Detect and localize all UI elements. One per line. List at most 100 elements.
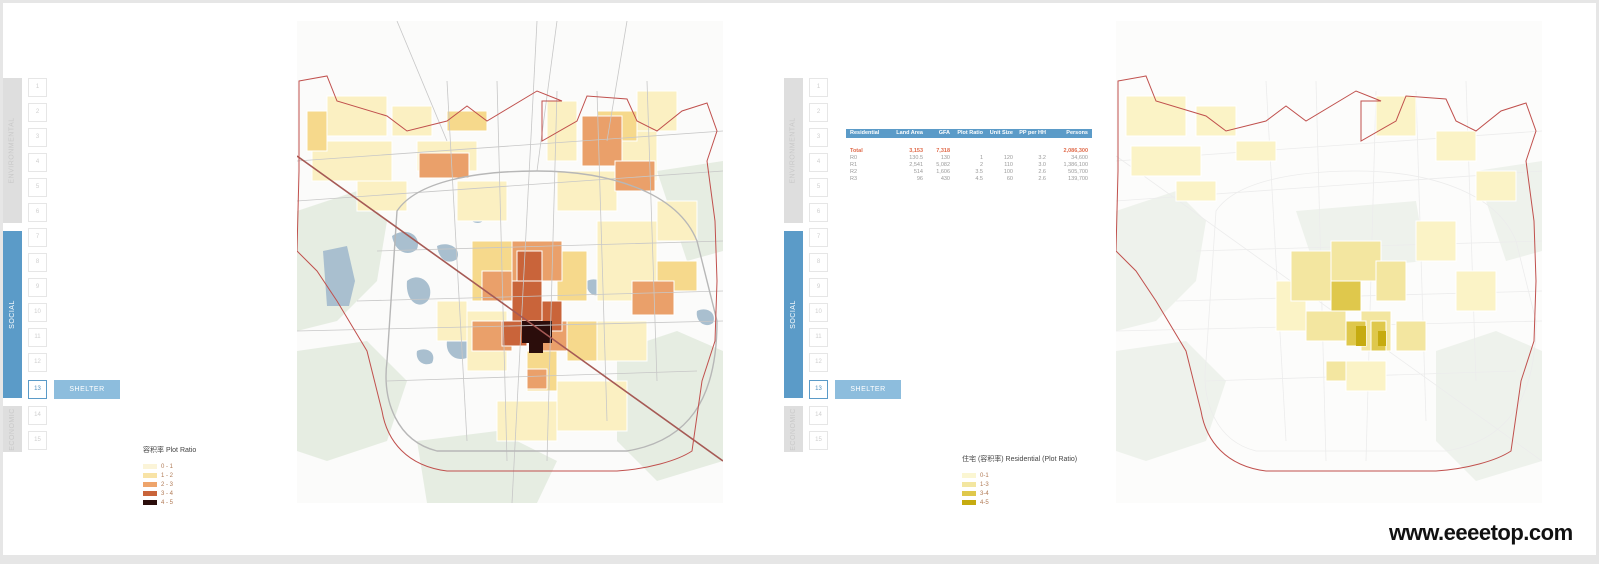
table-cell: 2.6 xyxy=(1038,176,1046,182)
section-label-economic: ECONOMIC xyxy=(9,407,16,451)
watermark: www.eeeetop.com xyxy=(1389,520,1573,545)
legend-item: 3-4 xyxy=(962,489,1077,498)
chapter-number[interactable]: 8 xyxy=(28,253,47,272)
table-cell xyxy=(950,148,983,155)
table-cell: R3 xyxy=(850,176,858,182)
table-cell: 60 xyxy=(1006,176,1013,182)
residential-legend: 住宅 (容积率) Residential (Plot Ratio) 0-1 1-… xyxy=(962,454,1077,507)
shelter-button[interactable]: SHELTER xyxy=(835,380,901,399)
legend-swatch xyxy=(962,491,976,496)
chapter-number[interactable]: 1 xyxy=(28,78,47,97)
legend-swatch xyxy=(962,473,976,478)
table-cell: 3,153 xyxy=(909,148,923,154)
left-panel: ENVIRONMENTAL SOCIAL ECONOMIC 1 2 3 4 5 … xyxy=(3,3,786,555)
chapter-number[interactable]: 7 xyxy=(809,228,828,247)
plot-ratio-map xyxy=(297,21,723,503)
shelter-button[interactable]: SHELTER xyxy=(54,380,120,399)
table-cell xyxy=(1013,148,1046,155)
col-header: Land Area xyxy=(896,130,923,136)
right-panel: ENVIRONMENTAL SOCIAL ECONOMIC 1 2 3 4 5 … xyxy=(784,3,1596,555)
table-cell: 2,541 xyxy=(909,162,923,168)
table-cell: 1,606 xyxy=(936,169,950,175)
table-cell: 430 xyxy=(940,176,950,182)
legend-item: 0-1 xyxy=(962,471,1077,480)
legend-swatch xyxy=(143,491,157,496)
section-label-environmental: ENVIRONMENTAL xyxy=(790,117,797,184)
chapter-number[interactable]: 10 xyxy=(809,303,828,322)
table-cell: 505,700 xyxy=(1068,169,1088,175)
table-cell: 1 xyxy=(979,155,983,161)
residential-plot-ratio-map xyxy=(1116,21,1542,503)
legend-item: 3 - 4 xyxy=(143,489,196,498)
table-cell: R0 xyxy=(850,155,858,161)
legend-label: 1 - 2 xyxy=(161,472,174,479)
chapter-number[interactable]: 2 xyxy=(28,103,47,122)
section-label-economic: ECONOMIC xyxy=(790,407,797,451)
chapter-number[interactable]: 10 xyxy=(28,303,47,322)
table-cell: 514 xyxy=(913,169,923,175)
col-header: GFA xyxy=(938,130,950,136)
chapter-number[interactable]: 4 xyxy=(28,153,47,172)
chapter-number[interactable]: 7 xyxy=(28,228,47,247)
chapter-number[interactable]: 9 xyxy=(809,278,828,297)
legend-label: 4 - 5 xyxy=(161,499,174,506)
chapter-number-active[interactable]: 13 xyxy=(28,380,47,399)
legend-item: 0 - 1 xyxy=(143,462,196,471)
chapter-number[interactable]: 4 xyxy=(809,153,828,172)
table-cell: 1,386,100 xyxy=(1063,162,1088,168)
table-row: R0 130.5 130 1 120 3.2 34,600 xyxy=(846,155,1092,162)
legend-label: 1-3 xyxy=(980,481,989,488)
chapter-number[interactable]: 2 xyxy=(809,103,828,122)
chapter-number[interactable]: 6 xyxy=(28,203,47,222)
col-header: Plot Ratio xyxy=(957,130,983,136)
legend-label: 3-4 xyxy=(980,490,989,497)
plot-ratio-legend: 容积率 Plot Ratio 0 - 1 1 - 2 2 - 3 3 - 4 4… xyxy=(143,445,196,507)
page: ENVIRONMENTAL SOCIAL ECONOMIC 1 2 3 4 5 … xyxy=(0,0,1599,564)
chapter-number[interactable]: 11 xyxy=(809,328,828,347)
legend-item: 1 - 2 xyxy=(143,471,196,480)
chapter-number[interactable]: 9 xyxy=(28,278,47,297)
legend-title: 住宅 (容积率) Residential (Plot Ratio) xyxy=(962,456,1078,463)
chapter-number[interactable]: 12 xyxy=(28,353,47,372)
chapter-number[interactable]: 11 xyxy=(28,328,47,347)
table-cell: 100 xyxy=(1003,169,1013,175)
chapter-number[interactable]: 15 xyxy=(28,431,47,450)
table-cell: 2,086,300 xyxy=(1063,148,1088,154)
table-cell: 34,600 xyxy=(1071,155,1088,161)
chapter-number[interactable]: 3 xyxy=(809,128,828,147)
chapter-number[interactable]: 6 xyxy=(809,203,828,222)
table-cell: 7,318 xyxy=(936,148,950,154)
table-cell: R1 xyxy=(850,162,858,168)
chapter-number-active[interactable]: 13 xyxy=(809,380,828,399)
table-cell: 110 xyxy=(1004,162,1013,168)
legend-label: 3 - 4 xyxy=(161,490,174,497)
col-header: PP per HH xyxy=(1019,130,1046,136)
table-cell: 4.5 xyxy=(975,176,983,182)
table-total-row: Total 3,153 7,318 2,086,300 xyxy=(846,148,1092,155)
table-cell xyxy=(983,148,1013,155)
legend-swatch xyxy=(143,500,157,505)
legend-swatch xyxy=(143,464,157,469)
table-cell: Total xyxy=(850,148,863,154)
table-cell: 120 xyxy=(1003,155,1013,161)
chapter-number[interactable]: 14 xyxy=(809,406,828,425)
table-header: Residential Land Area GFA Plot Ratio Uni… xyxy=(846,129,1092,138)
chapter-number[interactable]: 1 xyxy=(809,78,828,97)
legend-title: 容积率 Plot Ratio xyxy=(143,447,197,454)
chapter-number[interactable]: 12 xyxy=(809,353,828,372)
chapter-number[interactable]: 15 xyxy=(809,431,828,450)
table-cell: 3.2 xyxy=(1038,155,1046,161)
chapter-number[interactable]: 14 xyxy=(28,406,47,425)
chapter-number[interactable]: 5 xyxy=(809,178,828,197)
legend-item: 1-3 xyxy=(962,480,1077,489)
legend-label: 0 - 1 xyxy=(161,463,174,470)
chapter-number[interactable]: 5 xyxy=(28,178,47,197)
table-row: R1 2,541 5,082 2 110 3.0 1,386,100 xyxy=(846,162,1092,169)
chapter-number[interactable]: 3 xyxy=(28,128,47,147)
legend-item: 2 - 3 xyxy=(143,480,196,489)
residential-stats-table: Residential Land Area GFA Plot Ratio Uni… xyxy=(846,129,1092,183)
table-row: R3 96 430 4.5 60 2.6 139,700 xyxy=(846,176,1092,183)
table-cell: 130.5 xyxy=(909,155,923,161)
col-header: Residential xyxy=(850,130,880,136)
chapter-number[interactable]: 8 xyxy=(809,253,828,272)
